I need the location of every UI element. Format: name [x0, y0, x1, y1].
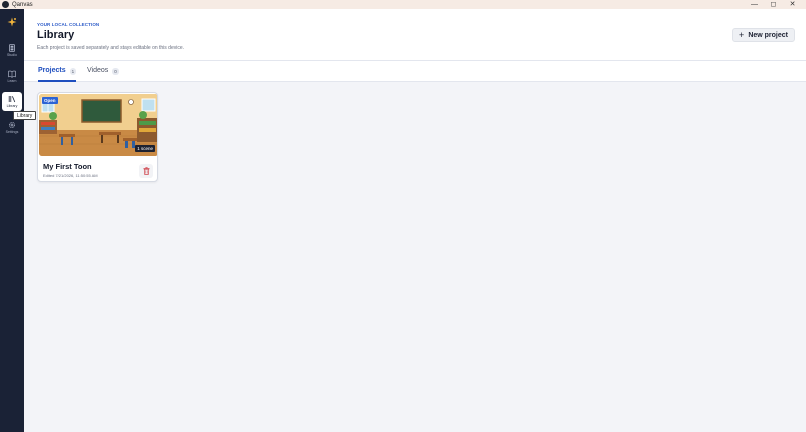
- library-tooltip: Library: [13, 111, 37, 120]
- library-tabs: Projects 1 Videos 0: [24, 61, 806, 82]
- sidebar-item-label: Studio: [7, 53, 17, 57]
- window-controls: — ◻ ✕: [745, 0, 802, 9]
- trash-icon: [143, 167, 149, 175]
- tab-projects[interactable]: Projects 1: [38, 67, 77, 82]
- page-title: Library: [37, 29, 75, 41]
- window-title: Qanvas: [12, 1, 33, 8]
- sidebar-item-library[interactable]: Library: [2, 92, 22, 111]
- tab-count: 0: [112, 68, 119, 75]
- library-icon: [8, 96, 16, 103]
- sidebar: Studio Learn Library Settings: [0, 9, 24, 432]
- minimize-button[interactable]: —: [745, 0, 764, 9]
- book-icon: [8, 70, 16, 78]
- delete-project-button[interactable]: [139, 164, 153, 178]
- project-title[interactable]: My First Toon: [43, 162, 92, 171]
- plus-icon: +: [739, 29, 745, 40]
- page-subtitle: Each project is saved separately and sta…: [37, 45, 185, 51]
- scene-count-badge: 1 scene: [135, 145, 155, 152]
- page-header: YOUR LOCAL COLLECTION Library Each proje…: [24, 9, 806, 61]
- close-button[interactable]: ✕: [783, 0, 802, 9]
- page-eyebrow: YOUR LOCAL COLLECTION: [37, 22, 100, 27]
- tab-videos[interactable]: Videos 0: [87, 67, 119, 82]
- title-bar: Qanvas — ◻ ✕: [0, 0, 806, 9]
- sidebar-item-settings[interactable]: Settings: [2, 118, 22, 137]
- sidebar-item-label: Learn: [7, 79, 17, 83]
- tab-label: Videos: [87, 67, 109, 74]
- project-edited-date: Edited 7/21/2026, 11:50:55 AM: [43, 173, 98, 178]
- sidebar-item-label: Library: [6, 104, 18, 108]
- maximize-button[interactable]: ◻: [764, 0, 783, 9]
- sidebar-item-learn[interactable]: Learn: [2, 67, 22, 86]
- tab-count: 1: [69, 68, 77, 75]
- new-project-button[interactable]: + New project: [732, 28, 795, 42]
- sidebar-item-studio[interactable]: Studio: [2, 41, 22, 60]
- gear-icon: [9, 122, 15, 128]
- film-icon: [9, 44, 15, 52]
- sidebar-item-label: Settings: [5, 130, 19, 134]
- open-badge: Open: [42, 97, 58, 104]
- project-thumbnail[interactable]: Open 1 scene: [39, 94, 157, 156]
- project-card[interactable]: Open 1 scene My First Toon Edited 7/21/2…: [37, 92, 158, 182]
- new-project-label: New project: [748, 31, 788, 39]
- tab-label: Projects: [38, 67, 66, 74]
- app-brand-icon[interactable]: [7, 17, 17, 27]
- app-logo-icon: [2, 1, 9, 8]
